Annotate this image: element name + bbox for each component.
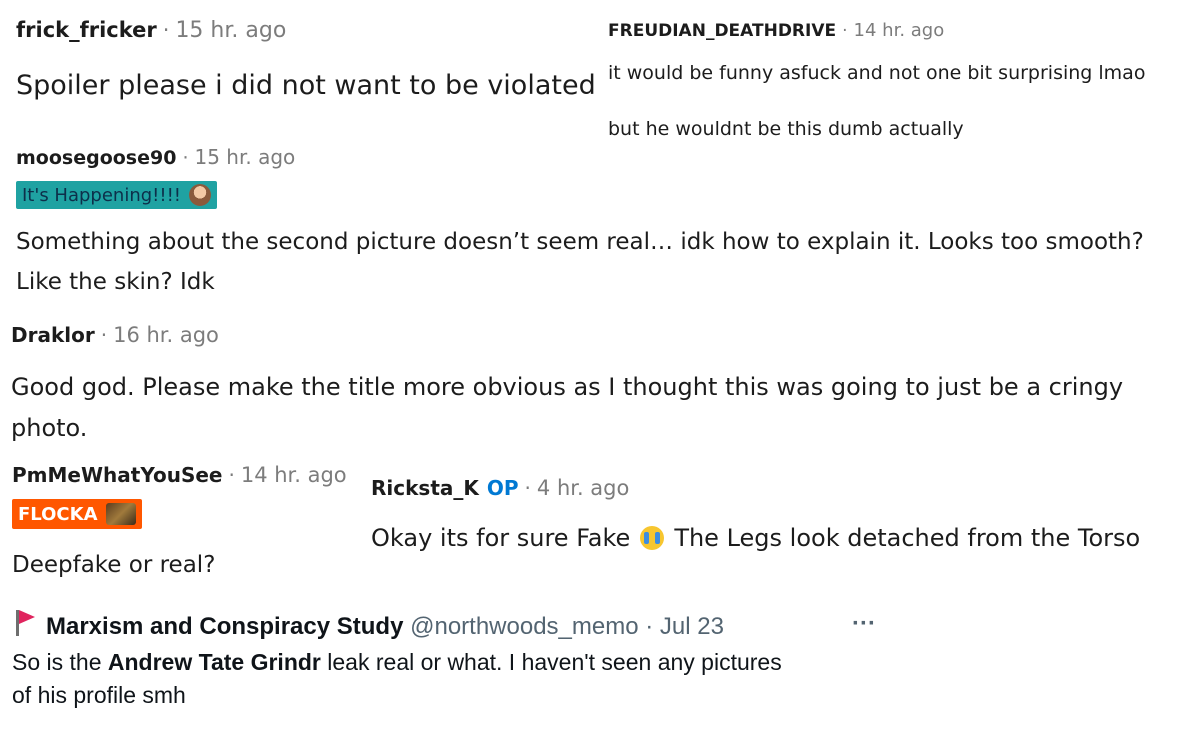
comment-text-line: Like the skin? Idk xyxy=(16,269,215,295)
comment-text-line: but he wouldnt be this dumb actually xyxy=(608,118,964,140)
flair-label: It's Happening!!!! xyxy=(22,184,182,206)
tweet-bold-phrase: Andrew Tate Grindr xyxy=(107,649,321,675)
more-options-icon[interactable]: ··· xyxy=(852,610,876,638)
flair-avatar-icon xyxy=(105,503,136,525)
comment-text: Deepfake or real? xyxy=(12,552,216,578)
username[interactable]: PmMeWhatYouSee xyxy=(12,463,222,487)
timestamp[interactable]: 15 hr. ago xyxy=(195,145,296,169)
comment-header: FREUDIAN_DEATHDRIVE · 14 hr. ago xyxy=(608,20,945,41)
flag-icon xyxy=(14,608,36,645)
comment-header: Draklor · 16 hr. ago xyxy=(11,323,219,347)
comment-text-line: Something about the second picture doesn… xyxy=(16,229,1144,255)
username[interactable]: moosegoose90 xyxy=(16,147,176,169)
username[interactable]: Draklor xyxy=(11,323,95,347)
comment-header: PmMeWhatYouSee · 14 hr. ago xyxy=(12,463,347,487)
comment-header: frick_fricker · 15 hr. ago xyxy=(16,18,287,43)
comment-text-before: Okay its for sure Fake xyxy=(371,524,631,552)
flair-avatar-icon xyxy=(189,184,212,206)
user-flair: It's Happening!!!! xyxy=(16,181,218,209)
tweet-text-line: of his profile smh xyxy=(12,682,186,708)
timestamp[interactable]: 14 hr. ago xyxy=(241,463,347,487)
op-badge: OP xyxy=(486,476,519,500)
comment-text: Spoiler please i did not want to be viol… xyxy=(16,70,596,101)
tweet-header: Marxism and Conspiracy Study @northwoods… xyxy=(14,608,724,645)
comment-text: Okay its for sure Fake The Legs look deta… xyxy=(371,524,1140,552)
comment-header: moosegoose90 · 15 hr. ago xyxy=(16,145,296,169)
comment-text-after: The Legs look detached from the Torso xyxy=(674,524,1141,552)
crying-face-icon xyxy=(640,526,665,550)
timestamp[interactable]: 16 hr. ago xyxy=(113,323,219,347)
username[interactable]: Ricksta_K xyxy=(371,476,479,500)
tweet-author-name[interactable]: Marxism and Conspiracy Study xyxy=(46,613,403,640)
username[interactable]: FREUDIAN_DEATHDRIVE xyxy=(608,21,836,41)
comment-header: Ricksta_K OP · 4 hr. ago xyxy=(371,476,630,500)
tweet-date[interactable]: Jul 23 xyxy=(660,613,724,640)
user-flair: FLOCKA xyxy=(12,499,142,529)
comment-text-line: it would be funny asfuck and not one bit… xyxy=(608,62,1146,84)
timestamp[interactable]: 15 hr. ago xyxy=(175,18,286,43)
tweet-handle[interactable]: @northwoods_memo xyxy=(410,613,638,640)
timestamp[interactable]: 14 hr. ago xyxy=(854,20,945,41)
username[interactable]: frick_fricker xyxy=(16,18,157,42)
comment-text-line: photo. xyxy=(11,414,88,442)
comment-text-line: Good god. Please make the title more obv… xyxy=(11,373,1124,401)
flair-label: FLOCKA xyxy=(18,503,98,525)
tweet-text-line: So is the Andrew Tate Grindr leak real o… xyxy=(12,649,782,675)
timestamp[interactable]: 4 hr. ago xyxy=(537,476,629,500)
